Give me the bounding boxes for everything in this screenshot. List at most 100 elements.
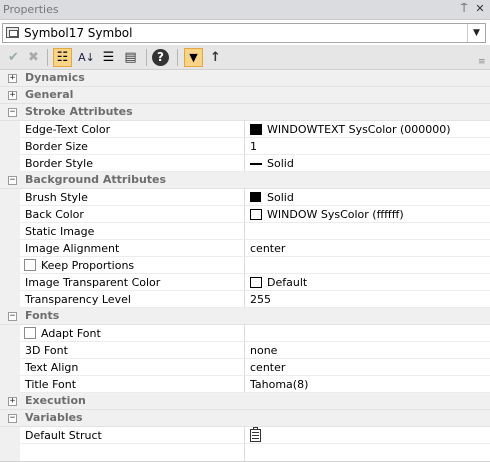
collapse-icon[interactable]: − <box>8 108 17 117</box>
color-swatch <box>250 124 262 135</box>
expand-icon[interactable]: + <box>8 74 17 83</box>
resize-grip-icon[interactable]: ≡ <box>478 57 488 67</box>
property-value-cell[interactable]: WINDOWTEXT SysColor (000000) <box>245 121 490 138</box>
apply-check-icon[interactable]: ✔ <box>4 48 23 67</box>
toolbar-separator <box>146 49 147 66</box>
symbol-object-icon <box>6 27 19 38</box>
property-value-cell[interactable]: 1 <box>245 138 490 155</box>
property-value-cell[interactable]: 255 <box>245 291 490 308</box>
property-name: Image Alignment <box>25 242 120 255</box>
help-icon[interactable]: ? <box>152 49 169 66</box>
property-value: Solid <box>267 157 294 170</box>
category-general[interactable]: + General <box>0 87 490 104</box>
category-background-attributes[interactable]: − Background Attributes <box>0 172 490 189</box>
property-value: center <box>250 361 286 374</box>
property-value-cell[interactable] <box>245 257 490 274</box>
toolbar-separator <box>47 49 48 66</box>
property-value: WINDOWTEXT SysColor (000000) <box>267 123 451 136</box>
property-value-cell[interactable]: Solid <box>245 189 490 206</box>
properties-panel: Properties ⍑ ✕ Symbol17 Symbol ▼ ✔ ✖ ☷ A… <box>0 0 490 462</box>
property-name: Back Color <box>25 208 84 221</box>
property-value-cell[interactable]: WINDOW SysColor (ffffff) <box>245 206 490 223</box>
cancel-x-icon[interactable]: ✖ <box>24 48 43 67</box>
category-label: General <box>25 88 74 101</box>
property-value-cell[interactable] <box>245 427 490 444</box>
property-value-cell[interactable]: none <box>245 342 490 359</box>
toolbar: ✔ ✖ ☷ A↓ ☰ ▤ ? ▼ ↑ ≡ <box>0 45 490 70</box>
property-value: center <box>250 242 286 255</box>
comment-icon[interactable]: ▤ <box>121 48 140 67</box>
property-row-border-style[interactable]: Border Style Solid <box>0 155 490 172</box>
category-fonts[interactable]: − Fonts <box>0 308 490 325</box>
property-name: Keep Proportions <box>41 259 135 272</box>
property-value: Solid <box>267 191 294 204</box>
property-row-static-image[interactable]: Static Image <box>0 223 490 240</box>
property-name: Image Transparent Color <box>25 276 161 289</box>
property-row-image-transparent-color[interactable]: Image Transparent Color Default <box>0 274 490 291</box>
category-label: Background Attributes <box>25 173 167 186</box>
property-name: Edge-Text Color <box>25 123 111 136</box>
category-execution[interactable]: + Execution <box>0 393 490 410</box>
adapt-font-checkbox[interactable] <box>24 327 36 339</box>
color-swatch <box>250 277 262 288</box>
property-name: Brush Style <box>25 191 88 204</box>
property-value-cell[interactable] <box>245 325 490 342</box>
collapse-icon[interactable]: − <box>8 176 17 185</box>
struct-browse-icon[interactable] <box>250 427 261 442</box>
property-value-cell[interactable] <box>245 223 490 240</box>
up-arrow-icon[interactable]: ↑ <box>206 48 225 67</box>
expand-icon[interactable]: + <box>8 91 17 100</box>
property-value-cell[interactable]: Default <box>245 274 490 291</box>
property-name: Text Align <box>25 361 79 374</box>
keep-proportions-checkbox[interactable] <box>24 259 36 271</box>
property-row-image-alignment[interactable]: Image Alignment center <box>0 240 490 257</box>
property-value-cell[interactable]: Solid <box>245 155 490 172</box>
category-label: Stroke Attributes <box>25 105 133 118</box>
property-name: Static Image <box>25 225 95 238</box>
property-row-border-size[interactable]: Border Size 1 <box>0 138 490 155</box>
color-swatch <box>250 209 262 220</box>
property-grid: + Dynamics + General − Stroke Attributes… <box>0 70 490 462</box>
property-row-back-color[interactable]: Back Color WINDOW SysColor (ffffff) <box>0 206 490 223</box>
category-stroke-attributes[interactable]: − Stroke Attributes <box>0 104 490 121</box>
category-variables[interactable]: − Variables <box>0 410 490 427</box>
collapse-icon[interactable]: − <box>8 312 17 321</box>
collapse-icon[interactable]: − <box>8 414 17 423</box>
panel-title: Properties <box>3 3 59 16</box>
property-value: none <box>250 344 278 357</box>
filter-icon[interactable]: ▼ <box>184 48 203 67</box>
property-row-brush-style[interactable]: Brush Style Solid <box>0 189 490 206</box>
expand-icon[interactable]: + <box>8 397 17 406</box>
categorized-view-icon[interactable]: ☷ <box>53 48 72 67</box>
property-name: 3D Font <box>25 344 68 357</box>
property-name: Border Size <box>25 140 88 153</box>
property-value: WINDOW SysColor (ffffff) <box>267 208 404 221</box>
property-row-title-font[interactable]: Title Font Tahoma(8) <box>0 376 490 393</box>
property-value-cell[interactable]: Tahoma(8) <box>245 376 490 393</box>
category-dynamics[interactable]: + Dynamics <box>0 70 490 87</box>
property-row-edge-text-color[interactable]: Edge-Text Color WINDOWTEXT SysColor (000… <box>0 121 490 138</box>
property-row-keep-proportions[interactable]: Keep Proportions <box>0 257 490 274</box>
property-row-text-align[interactable]: Text Align center <box>0 359 490 376</box>
property-pages-icon[interactable]: ☰ <box>99 48 118 67</box>
close-icon[interactable]: ✕ <box>472 1 488 17</box>
toolbar-separator <box>177 49 178 66</box>
property-value: Default <box>267 276 308 289</box>
chevron-down-icon[interactable]: ▼ <box>467 24 485 42</box>
alphabetical-sort-icon[interactable]: A↓ <box>77 48 96 67</box>
category-label: Fonts <box>25 309 60 322</box>
property-row-3d-font[interactable]: 3D Font none <box>0 342 490 359</box>
property-row-adapt-font[interactable]: Adapt Font <box>0 325 490 342</box>
property-name: Border Style <box>25 157 94 170</box>
property-row-default-struct[interactable]: Default Struct <box>0 427 490 444</box>
pin-icon[interactable]: ⍑ <box>456 1 472 17</box>
line-style-icon <box>250 163 262 165</box>
property-row-empty <box>0 444 490 462</box>
property-row-transparency-level[interactable]: Transparency Level 255 <box>0 291 490 308</box>
object-selector-dropdown[interactable]: Symbol17 Symbol ▼ <box>2 23 486 43</box>
property-value-cell[interactable]: center <box>245 359 490 376</box>
property-value-cell[interactable]: center <box>245 240 490 257</box>
selected-object-label: Symbol17 Symbol <box>24 26 133 40</box>
category-label: Dynamics <box>25 71 85 84</box>
title-bar: Properties ⍑ ✕ <box>0 0 490 20</box>
